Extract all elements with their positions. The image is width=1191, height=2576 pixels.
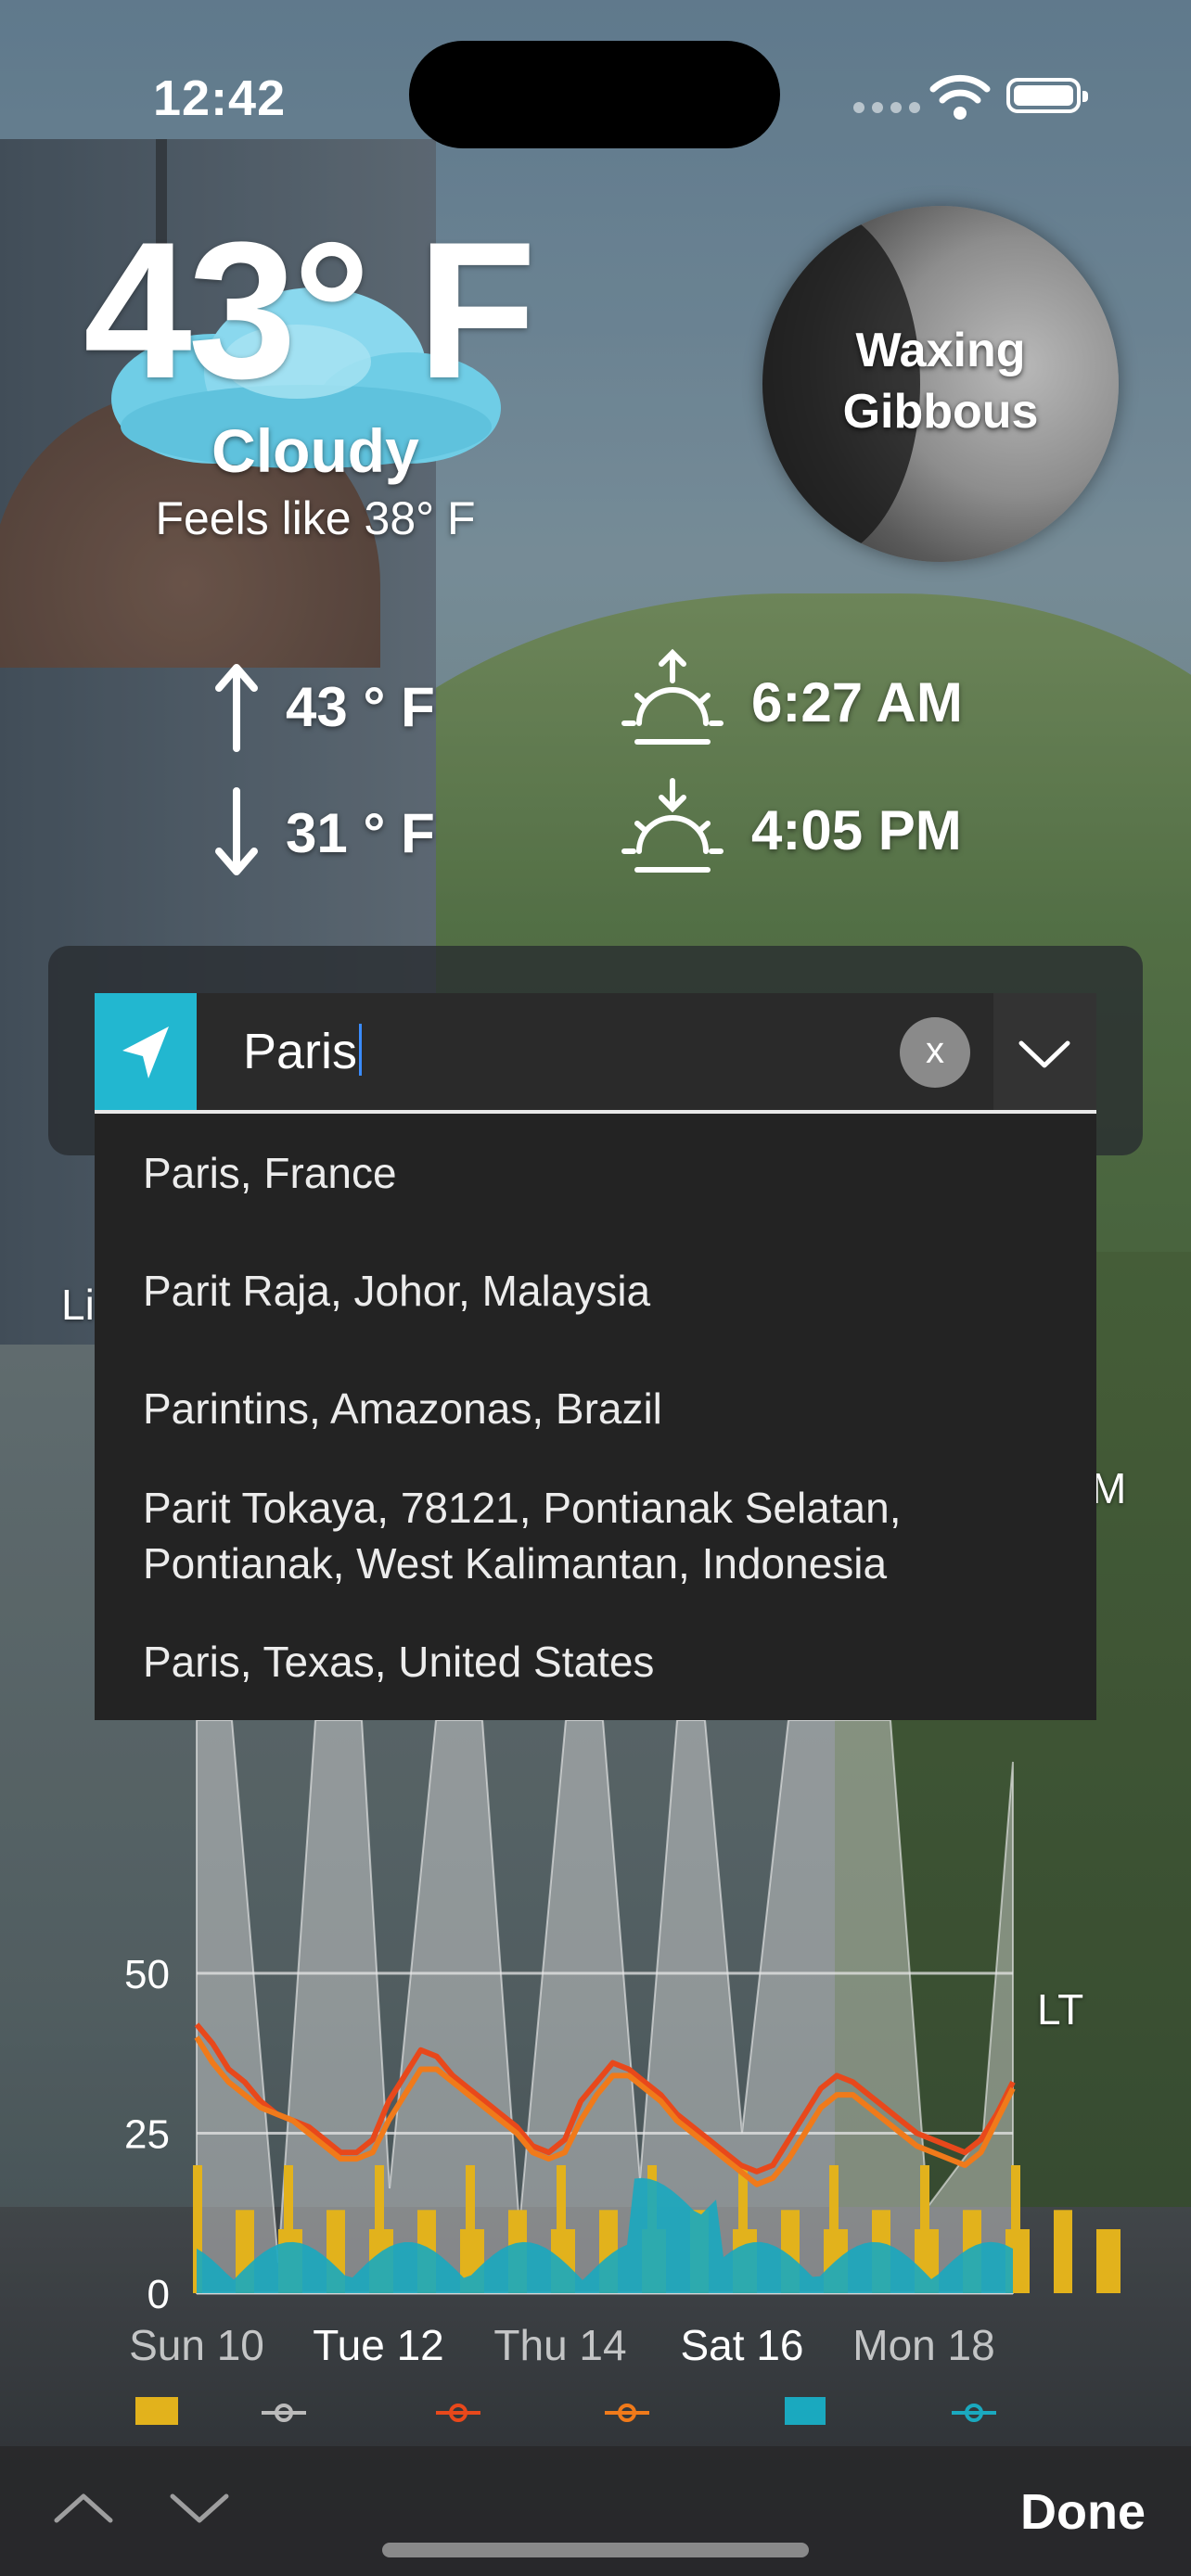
cellular-signal-icon bbox=[853, 102, 920, 113]
forecast-chart: 0 25 50 Sun 10 Tue 12 Thu 14 Sat 16 Mon 18 bbox=[124, 1720, 1121, 2425]
text-caret bbox=[359, 1024, 363, 1076]
x-tick-label: Sat 16 bbox=[681, 2321, 804, 2369]
arrow-up-icon bbox=[215, 664, 258, 752]
legend-bar-swatch bbox=[135, 2397, 178, 2425]
status-time: 12:42 bbox=[153, 70, 287, 126]
cloud-cover-shape bbox=[196, 1720, 1014, 2294]
precip-bar bbox=[1096, 2229, 1121, 2293]
next-field-button[interactable] bbox=[167, 2485, 232, 2531]
current-location-button[interactable] bbox=[95, 993, 197, 1112]
location-arrow-icon bbox=[122, 1027, 169, 1078]
battery-icon bbox=[1006, 78, 1088, 113]
x-tick-label: Sun 10 bbox=[129, 2321, 264, 2369]
suggestion-item[interactable]: Parit Raja, Johor, Malaysia bbox=[143, 1263, 650, 1319]
y-tick-label: 0 bbox=[147, 2272, 170, 2317]
precip-bar bbox=[1054, 2210, 1072, 2293]
search-input[interactable]: Paris bbox=[243, 1023, 363, 1080]
current-temperature: 43° F bbox=[83, 201, 536, 419]
home-indicator bbox=[382, 2543, 809, 2557]
chevron-down-icon bbox=[1018, 1040, 1070, 1068]
chart-legend bbox=[135, 2397, 996, 2425]
moon-phase-label: Waxing Gibbous bbox=[842, 324, 1039, 439]
y-tick-label: 25 bbox=[124, 2112, 170, 2158]
dropdown-button[interactable] bbox=[993, 993, 1096, 1112]
sunrise-icon bbox=[621, 649, 724, 745]
suggestion-item[interactable]: Parintins, Amazonas, Brazil bbox=[143, 1381, 662, 1436]
suggestion-item[interactable]: Paris, Texas, United States bbox=[143, 1634, 654, 1690]
dynamic-island bbox=[409, 41, 780, 148]
previous-field-button[interactable] bbox=[51, 2485, 116, 2531]
low-temperature: 31 ° F bbox=[286, 802, 435, 864]
legend-teal-swatch bbox=[785, 2397, 826, 2425]
sunset-time: 4:05 PM bbox=[751, 799, 962, 861]
x-tick-label: Thu 14 bbox=[493, 2321, 626, 2369]
background-label-left: Li bbox=[61, 1281, 95, 1329]
done-button[interactable]: Done bbox=[1020, 2483, 1146, 2541]
arrow-down-icon bbox=[215, 787, 258, 875]
wifi-icon bbox=[929, 74, 991, 120]
suggestion-item[interactable]: Paris, France bbox=[143, 1145, 397, 1201]
x-tick-label: Mon 18 bbox=[852, 2321, 994, 2369]
y-tick-label: 50 bbox=[124, 1952, 170, 1997]
sunrise-time: 6:27 AM bbox=[751, 671, 963, 733]
sunset-icon bbox=[621, 778, 724, 873]
cloud-cover-area bbox=[196, 1720, 1014, 2294]
weather-condition: Cloudy bbox=[211, 416, 419, 485]
high-temperature: 43 ° F bbox=[286, 676, 435, 738]
clear-search-button[interactable]: x bbox=[900, 1017, 970, 1088]
suggestion-item[interactable]: Parit Tokaya, 78121, Pontianak Selatan, … bbox=[143, 1480, 902, 1591]
feels-like: Feels like 38° F bbox=[155, 492, 476, 544]
x-tick-label: Tue 12 bbox=[313, 2321, 444, 2369]
